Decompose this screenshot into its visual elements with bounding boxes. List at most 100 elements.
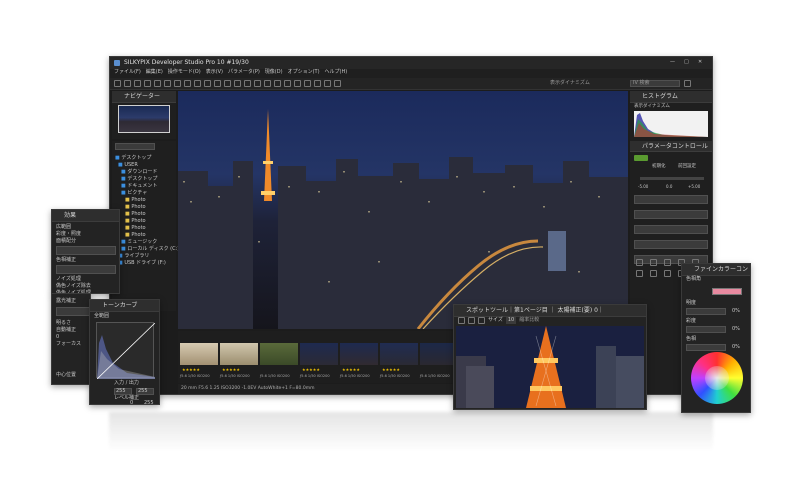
maximize-button[interactable]: □ bbox=[684, 59, 689, 66]
left-lower-label: 0 bbox=[56, 334, 60, 340]
effect-field[interactable] bbox=[56, 265, 116, 274]
thumbnail-stars: ★★★★★ bbox=[222, 367, 240, 372]
thumbnail-1[interactable] bbox=[180, 343, 218, 365]
folder-item[interactable]: ■ ローカル ディスク (C:) bbox=[115, 246, 179, 253]
size-label: サイズ bbox=[488, 317, 503, 323]
mask-icon[interactable] bbox=[314, 80, 321, 87]
tower-closeup-photo bbox=[456, 326, 644, 408]
crop-icon[interactable] bbox=[234, 80, 241, 87]
star-icon[interactable] bbox=[204, 80, 211, 87]
folder-item[interactable]: ■ USER bbox=[115, 162, 179, 169]
search-icon[interactable] bbox=[684, 80, 691, 87]
folder-item[interactable]: ■ Photo bbox=[115, 197, 179, 204]
previous-settings-button[interactable]: 前回設定 bbox=[678, 163, 696, 170]
folder-item[interactable]: ■ ピクチャ bbox=[115, 190, 179, 197]
save-icon[interactable] bbox=[124, 80, 131, 87]
param-field[interactable] bbox=[634, 210, 708, 219]
preview-area[interactable] bbox=[178, 91, 628, 329]
brush-icon[interactable] bbox=[244, 80, 251, 87]
color-wheel[interactable] bbox=[691, 352, 743, 404]
thumbnail-2[interactable] bbox=[220, 343, 258, 365]
menu-parameter[interactable]: パラメータ(P) bbox=[228, 69, 260, 78]
clarity-icon[interactable] bbox=[664, 270, 671, 277]
level-icon[interactable] bbox=[274, 80, 281, 87]
clone-icon[interactable] bbox=[468, 317, 475, 324]
reset-button[interactable]: 初期化 bbox=[652, 163, 666, 170]
spot-icon[interactable] bbox=[254, 80, 261, 87]
develop-icon[interactable] bbox=[324, 80, 331, 87]
shift-icon[interactable] bbox=[650, 270, 657, 277]
hue-field[interactable] bbox=[686, 344, 726, 351]
menu-file[interactable]: ファイル(F) bbox=[114, 69, 141, 78]
folder-item[interactable]: ■ Photo bbox=[115, 211, 179, 218]
minimize-button[interactable]: — bbox=[670, 59, 675, 66]
open-icon[interactable] bbox=[114, 80, 121, 87]
navigator-thumbnail[interactable] bbox=[118, 105, 170, 133]
menu-mode[interactable]: 操作モード(O) bbox=[168, 69, 201, 78]
gradient-icon[interactable] bbox=[284, 80, 291, 87]
folder-item[interactable]: ■ Photo bbox=[115, 204, 179, 211]
eraser-icon[interactable] bbox=[478, 317, 485, 324]
grid-view-icon[interactable] bbox=[134, 80, 141, 87]
left-lower-field[interactable] bbox=[56, 307, 90, 316]
power-toggle[interactable] bbox=[634, 155, 648, 161]
effect-label: 面積配分 bbox=[56, 238, 77, 244]
folder-item[interactable]: ■ デスクトップ bbox=[115, 176, 179, 183]
flag-icon[interactable] bbox=[214, 80, 221, 87]
rotate-left-icon[interactable] bbox=[174, 80, 181, 87]
effect-field[interactable] bbox=[56, 246, 116, 255]
menu-edit[interactable]: 編集(E) bbox=[146, 69, 163, 78]
effect-panel: 効果 広範囲 彩度・照度 面積配分 色相補正 ノイズ処理 偽色ノイズ除去 偽色ノ… bbox=[51, 209, 120, 296]
spot-tool-preview[interactable] bbox=[456, 326, 644, 408]
saturation-field[interactable] bbox=[686, 326, 726, 333]
tone-curve-dropdown[interactable]: 全範囲 bbox=[94, 313, 109, 320]
thumbnail-6[interactable] bbox=[380, 343, 418, 365]
menu-help[interactable]: ヘルプ(H) bbox=[325, 69, 348, 78]
info-button[interactable]: 表示ダイナミズム bbox=[550, 80, 590, 87]
sharpness-icon[interactable] bbox=[664, 259, 671, 266]
folder-item[interactable]: ■ USB ドライブ (F:) bbox=[115, 260, 179, 267]
thumbnail-3[interactable] bbox=[260, 343, 298, 365]
folder-item[interactable]: ■ ドキュメント bbox=[115, 183, 179, 190]
dropper-icon[interactable] bbox=[264, 80, 271, 87]
zoom-compare-label[interactable]: 縮率比較 bbox=[519, 317, 539, 324]
thumbnail-meta: ƒ5.6 1/50 ISO200 bbox=[180, 374, 210, 378]
color-icon[interactable] bbox=[650, 259, 657, 266]
folder-item[interactable]: ■ Photo bbox=[115, 225, 179, 232]
folder-path-input[interactable] bbox=[115, 143, 155, 150]
exposure-slider[interactable] bbox=[640, 177, 704, 180]
thumbnail-5[interactable] bbox=[340, 343, 378, 365]
left-lower-rows: 露光補正 明るさ 自動補正 0 フォーカス bbox=[56, 298, 90, 348]
pick-icon[interactable] bbox=[224, 80, 231, 87]
tone-curve-graph[interactable] bbox=[96, 322, 156, 380]
single-view-icon[interactable] bbox=[144, 80, 151, 87]
histogram-tab[interactable]: 表示ダイナミズム bbox=[634, 103, 670, 110]
param-field[interactable] bbox=[634, 225, 708, 234]
param-field[interactable] bbox=[634, 240, 708, 249]
folder-item[interactable]: ■ Photo bbox=[115, 232, 179, 239]
healing-icon[interactable] bbox=[458, 317, 465, 324]
zoom-icon[interactable] bbox=[164, 80, 171, 87]
folder-item[interactable]: ■ ミュージック bbox=[115, 239, 179, 246]
folder-item[interactable]: ■ Photo bbox=[115, 218, 179, 225]
tone-icon[interactable] bbox=[636, 259, 643, 266]
export-icon[interactable] bbox=[334, 80, 341, 87]
folder-item[interactable]: ■ ライブラリ bbox=[115, 253, 179, 260]
brightness-field[interactable] bbox=[686, 308, 726, 315]
folder-item[interactable]: ■ ダウンロード bbox=[115, 169, 179, 176]
compare-view-icon[interactable] bbox=[154, 80, 161, 87]
color-swatch[interactable] bbox=[712, 288, 742, 295]
param-field[interactable] bbox=[634, 195, 708, 204]
hand-icon[interactable] bbox=[294, 80, 301, 87]
effect-label: 広範囲 bbox=[56, 224, 72, 230]
menu-develop[interactable]: 現像(D) bbox=[265, 69, 283, 78]
thumbnail-4[interactable] bbox=[300, 343, 338, 365]
text-icon[interactable] bbox=[304, 80, 311, 87]
folder-item[interactable]: ■ デスクトップ bbox=[115, 155, 179, 162]
close-button[interactable]: ✕ bbox=[698, 59, 702, 66]
menu-view[interactable]: 表示(V) bbox=[206, 69, 223, 78]
rotate-right-icon[interactable] bbox=[184, 80, 191, 87]
menu-options[interactable]: オプション(T) bbox=[288, 69, 320, 78]
rotate-icon[interactable] bbox=[636, 270, 643, 277]
flip-icon[interactable] bbox=[194, 80, 201, 87]
